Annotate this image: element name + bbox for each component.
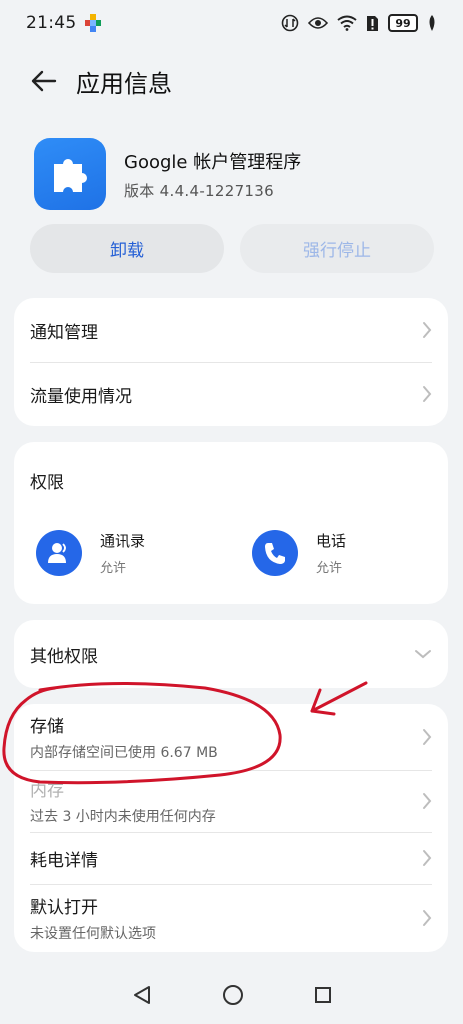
app-notification-icon xyxy=(84,14,101,32)
memory-usage: 过去 3 小时内未使用任何内存 xyxy=(30,809,216,825)
contacts-icon xyxy=(36,530,82,576)
eye-icon xyxy=(308,16,328,30)
app-bar: 应用信息 xyxy=(0,55,463,107)
data-usage-row[interactable]: 流量使用情况 xyxy=(14,362,448,426)
data-usage-label: 流量使用情况 xyxy=(30,386,132,407)
notifications-row[interactable]: 通知管理 xyxy=(14,298,448,362)
battery-details-label: 耗电详情 xyxy=(30,850,98,871)
general-card: 通知管理 流量使用情况 xyxy=(14,298,448,426)
chevron-right-icon xyxy=(422,792,432,810)
back-button[interactable] xyxy=(24,61,64,101)
permission-state: 允许 xyxy=(100,561,127,576)
action-buttons: 卸载 强行停止 xyxy=(30,224,434,273)
storage-label: 存储 xyxy=(30,717,64,737)
app-summary: Google 帐户管理程序 版本 4.4.4-1227136 xyxy=(34,138,301,210)
permissions-title: 权限 xyxy=(30,473,64,493)
battery-details-row[interactable]: 耗电详情 xyxy=(14,832,448,884)
permission-phone[interactable]: 电话 允许 xyxy=(252,530,346,576)
phone-icon xyxy=(252,530,298,576)
memory-row[interactable]: 内存 过去 3 小时内未使用任何内存 xyxy=(14,770,448,832)
other-permissions-card: 其他权限 xyxy=(14,620,448,688)
nav-recents-icon[interactable] xyxy=(314,986,332,1008)
open-by-default-row[interactable]: 默认打开 未设置任何默认选项 xyxy=(14,884,448,952)
permissions-card: 权限 通讯录 允许 电话 允许 xyxy=(14,442,448,604)
force-stop-button[interactable]: 强行停止 xyxy=(240,224,434,273)
chevron-down-icon xyxy=(414,649,432,659)
chevron-right-icon xyxy=(422,385,432,403)
navigation-bar xyxy=(0,970,463,1024)
status-time: 21:45 xyxy=(26,13,77,33)
back-arrow-icon xyxy=(31,70,57,92)
page-title: 应用信息 xyxy=(76,69,172,98)
permission-name: 电话 xyxy=(316,532,347,550)
nav-home-icon[interactable] xyxy=(222,984,244,1010)
open-by-default-status: 未设置任何默认选项 xyxy=(30,926,156,942)
puzzle-icon xyxy=(54,159,87,192)
charging-leaf-icon xyxy=(427,15,437,31)
uninstall-button[interactable]: 卸载 xyxy=(30,224,224,273)
open-by-default-label: 默认打开 xyxy=(30,898,98,918)
memory-label: 内存 xyxy=(30,781,64,801)
status-bar: 21:45 99 xyxy=(0,0,463,46)
details-card: 存储 内部存储空间已使用 6.67 MB 内存 过去 3 小时内未使用任何内存 … xyxy=(14,704,448,952)
notifications-label: 通知管理 xyxy=(30,322,98,343)
battery-indicator: 99 xyxy=(388,14,418,32)
permission-name: 通讯录 xyxy=(100,532,146,550)
storage-row[interactable]: 存储 内部存储空间已使用 6.67 MB xyxy=(14,704,448,770)
permission-state: 允许 xyxy=(316,561,343,576)
app-icon xyxy=(34,138,106,210)
app-version: 版本 4.4.4-1227136 xyxy=(124,181,274,200)
permission-contacts[interactable]: 通讯录 允许 xyxy=(36,530,145,576)
nav-back-icon[interactable] xyxy=(132,985,152,1009)
wifi-icon xyxy=(337,15,357,31)
other-permissions-row[interactable]: 其他权限 xyxy=(14,620,448,688)
chevron-right-icon xyxy=(422,909,432,927)
chevron-right-icon xyxy=(422,849,432,867)
chevron-right-icon xyxy=(422,321,432,339)
storage-usage: 内部存储空间已使用 6.67 MB xyxy=(30,745,218,761)
chevron-right-icon xyxy=(422,728,432,746)
data-saver-icon xyxy=(281,14,299,32)
sim-alert-icon xyxy=(366,15,379,32)
other-permissions-label: 其他权限 xyxy=(30,646,98,667)
app-name: Google 帐户管理程序 xyxy=(124,151,302,173)
